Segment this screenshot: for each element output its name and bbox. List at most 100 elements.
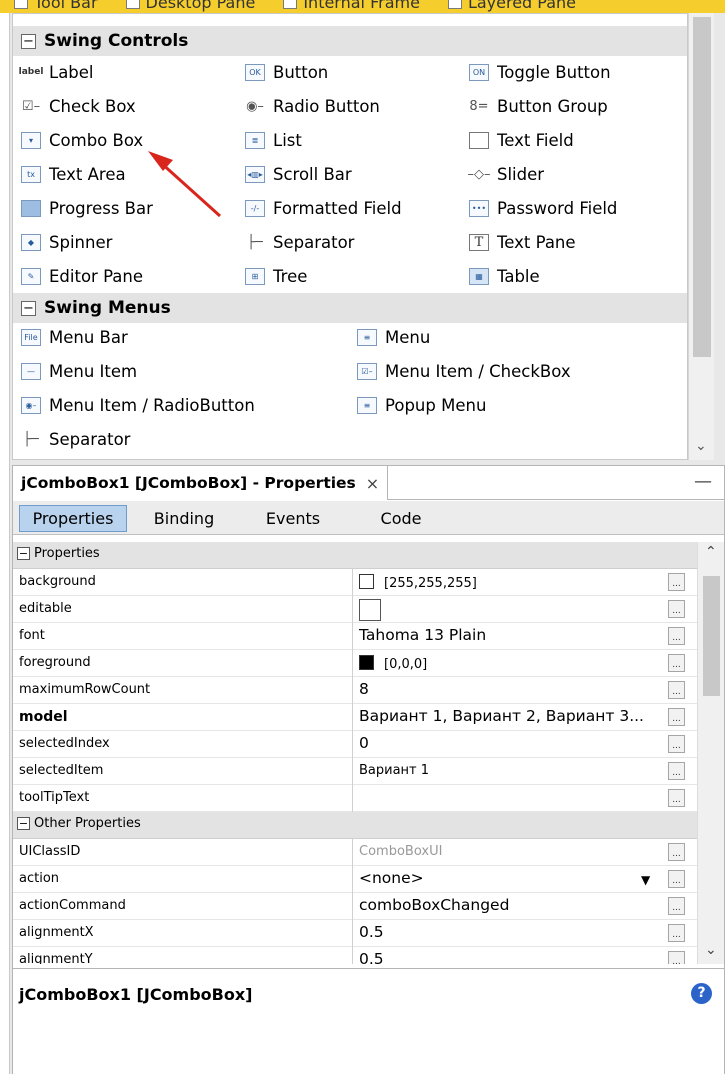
slider-icon: –◇– (467, 166, 491, 182)
ellipsis-button[interactable]: ... (668, 627, 685, 645)
chevron-down-icon[interactable]: ⌄ (695, 438, 707, 454)
palette-item-tool-bar[interactable]: Tool Bar (14, 0, 98, 12)
editable-checkbox[interactable] (359, 599, 381, 621)
palette-item-text-field[interactable]: Text Field (469, 127, 574, 153)
properties-tab-header: jComboBox1 [JComboBox] - Properties × — (13, 466, 724, 500)
ellipsis-button[interactable]: ... (668, 600, 685, 618)
tab-properties[interactable]: Properties (19, 505, 127, 532)
palette-item-password-field[interactable]: ••• Password Field (469, 195, 617, 221)
property-row-tooltip-text[interactable]: toolTipText ... (13, 785, 697, 812)
property-row-model[interactable]: model Вариант 1, Вариант 2, Вариант 3...… (13, 704, 697, 731)
tab-binding[interactable]: Binding (137, 505, 231, 532)
desktop-pane-icon (125, 0, 140, 9)
palette-item-progress-bar[interactable]: Progress Bar (21, 195, 153, 221)
help-icon[interactable]: ? (691, 983, 712, 1004)
tree-icon: ⊞ (245, 267, 265, 285)
palette-item-editor-pane[interactable]: ✎ Editor Pane (21, 263, 143, 289)
left-edge-strip (0, 0, 10, 1074)
property-row-font[interactable]: font Tahoma 13 Plain ... (13, 623, 697, 650)
internal-frame-icon (283, 0, 298, 9)
ellipsis-button[interactable]: ... (668, 897, 685, 915)
palette-item-formatted-field[interactable]: -/- Formatted Field (245, 195, 402, 221)
dropdown-arrow-icon[interactable]: ▼ (641, 873, 650, 887)
palette-item-desktop-pane[interactable]: Desktop Pane (125, 0, 255, 12)
property-row-alignment-y[interactable]: alignmentY 0.5 ... (13, 947, 697, 964)
property-sheet-scrollbar[interactable]: ⌃ ⌄ (697, 542, 724, 964)
palette-item-radio-button[interactable]: ◉– Radio Button (245, 93, 380, 119)
ellipsis-button[interactable]: ... (668, 924, 685, 942)
ellipsis-button[interactable]: ... (668, 708, 685, 726)
palette-item-text-area[interactable]: tx Text Area (21, 161, 126, 187)
ellipsis-button[interactable]: ... (668, 870, 685, 888)
swing-controls-header[interactable]: − Swing Controls (13, 26, 687, 56)
palette-item-menu-item-radiobutton[interactable]: ◉– Menu Item / RadioButton (21, 392, 255, 418)
palette-item-separator[interactable]: ├─ Separator (245, 229, 354, 255)
category-other-properties[interactable]: − Other Properties (13, 812, 697, 839)
property-row-action-command[interactable]: actionCommand comboBoxChanged ... (13, 893, 697, 920)
menu-item-checkbox-icon: ☑– (357, 362, 377, 380)
ellipsis-button[interactable]: ... (668, 762, 685, 780)
ellipsis-button[interactable]: ... (668, 681, 685, 699)
palette-item-label[interactable]: label Label (18, 59, 94, 85)
palette-item-tree[interactable]: ⊞ Tree (245, 263, 307, 289)
ellipsis-button[interactable]: ... (668, 843, 685, 861)
property-row-action[interactable]: action <none> ▼ ... (13, 866, 697, 893)
palette-item-scroll-bar[interactable]: ◂▥▸ Scroll Bar (245, 161, 352, 187)
palette-item-menu-item-checkbox[interactable]: ☑– Menu Item / CheckBox (357, 358, 571, 384)
tab-events[interactable]: Events (245, 505, 341, 532)
palette-item-table[interactable]: ▦ Table (469, 263, 540, 289)
palette-item-list[interactable]: ≣ List (245, 127, 302, 153)
tab-code[interactable]: Code (357, 505, 445, 532)
property-row-selected-item[interactable]: selectedItem Вариант 1 ... (13, 758, 697, 785)
component-palette: − Swing Controls label Label OK Button ON T… (12, 13, 688, 460)
palette-item-button[interactable]: OK Button (245, 59, 328, 85)
palette-item-combo-box[interactable]: ▾ Combo Box (21, 127, 143, 153)
palette-item-check-box[interactable]: ☑– Check Box (21, 93, 136, 119)
check-box-icon: ☑– (21, 98, 41, 114)
palette-item-button-group[interactable]: 8= Button Group (469, 93, 607, 119)
palette-item-popup-menu[interactable]: ≡ Popup Menu (357, 392, 486, 418)
palette-scrollbar[interactable]: ⌄ (688, 13, 714, 460)
ellipsis-button[interactable]: ... (668, 654, 685, 672)
property-row-background[interactable]: background [255,255,255] ... (13, 569, 697, 596)
property-row-selected-index[interactable]: selectedIndex 0 ... (13, 731, 697, 758)
chevron-up-icon[interactable]: ⌃ (705, 544, 717, 560)
close-icon[interactable]: × (366, 474, 379, 493)
chevron-down-icon[interactable]: ⌄ (705, 942, 717, 958)
tool-bar-icon (14, 0, 28, 9)
palette-scroll-thumb[interactable] (693, 17, 711, 357)
palette-item-menu-bar[interactable]: File Menu Bar (21, 324, 128, 350)
palette-item-internal-frame[interactable]: Internal Frame (283, 0, 420, 12)
ellipsis-button[interactable]: ... (668, 735, 685, 753)
collapse-icon[interactable]: − (17, 817, 30, 830)
property-row-editable[interactable]: editable ... (13, 596, 697, 623)
swing-menus-header[interactable]: − Swing Menus (13, 293, 687, 323)
property-row-alignment-x[interactable]: alignmentX 0.5 ... (13, 920, 697, 947)
property-scroll-thumb[interactable] (703, 576, 720, 696)
menu-item-icon: — (21, 362, 41, 380)
property-row-ui-class-id[interactable]: UIClassID ComboBoxUI ... (13, 839, 697, 866)
collapse-icon[interactable]: − (21, 33, 36, 49)
text-area-icon: tx (21, 165, 41, 183)
collapse-icon[interactable]: − (21, 300, 36, 316)
collapse-icon[interactable]: − (17, 547, 30, 560)
palette-item-menu[interactable]: ≡ Menu (357, 324, 430, 350)
ellipsis-button[interactable]: ... (668, 573, 685, 591)
palette-item-menu-separator[interactable]: ├─ Separator (21, 426, 130, 452)
properties-tab[interactable]: jComboBox1 [JComboBox] - Properties × (13, 466, 389, 500)
property-row-foreground[interactable]: foreground [0,0,0] ... (13, 650, 697, 677)
property-row-maximum-row-count[interactable]: maximumRowCount 8 ... (13, 677, 697, 704)
palette-item-slider[interactable]: –◇– Slider (467, 161, 545, 187)
ellipsis-button[interactable]: ... (668, 789, 685, 807)
palette-item-toggle-button[interactable]: ON Toggle Button (469, 59, 611, 85)
palette-item-layered-pane[interactable]: Layered Pane (447, 0, 576, 12)
label-icon: label (18, 67, 44, 77)
ellipsis-button[interactable]: ... (668, 951, 685, 964)
palette-item-spinner[interactable]: ◆ Spinner (21, 229, 112, 255)
minimize-icon[interactable]: — (694, 471, 712, 492)
properties-window: jComboBox1 [JComboBox] - Properties × — … (12, 465, 725, 1074)
palette-item-menu-item[interactable]: — Menu Item (21, 358, 137, 384)
properties-subtabs: Properties Binding Events Code (13, 501, 724, 535)
category-properties[interactable]: − Properties (13, 542, 697, 569)
palette-item-text-pane[interactable]: T Text Pane (469, 229, 576, 255)
